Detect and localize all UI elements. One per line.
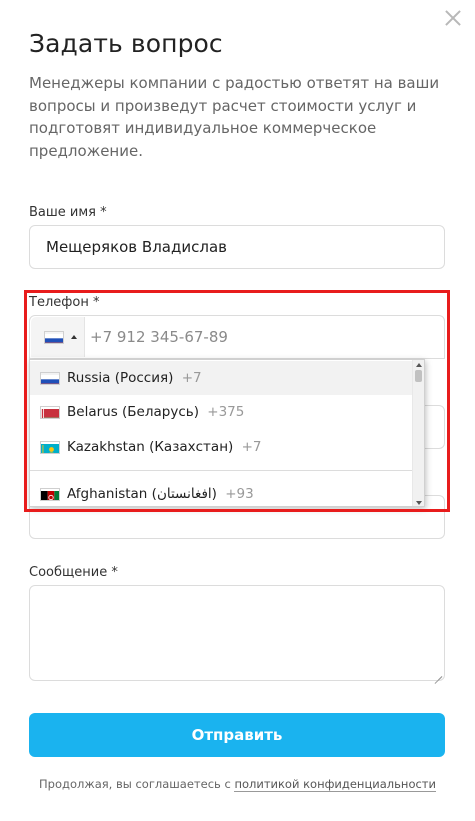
country-option-russia[interactable]: Russia (Россия) +7 [30,361,414,395]
flag-kz-icon [40,441,60,454]
phone-field[interactable]: +7 912 345-67-89 [29,315,445,359]
modal-description: Менеджеры компании с радостью ответят на… [29,74,440,160]
country-code: +7 [241,439,262,455]
flag-ru-icon [40,372,60,385]
flag-ru-icon [44,331,64,344]
scroll-down-arrow-icon[interactable] [416,501,422,505]
privacy-policy-link[interactable]: политикой конфиденциальности [234,777,436,792]
message-textarea[interactable] [29,585,445,681]
dropdown-scrollbar[interactable] [412,360,424,506]
phone-label: Телефон * [29,295,100,310]
caret-up-icon [71,335,77,339]
submit-button[interactable]: Отправить [29,713,445,757]
modal-title: Задать вопрос [29,29,223,58]
country-option-kazakhstan[interactable]: Kazakhstan (Казахстан) +7 [30,430,414,464]
consent-prefix: Продолжая, вы соглашаетесь с [39,777,235,791]
name-label: Ваше имя * [29,205,107,220]
country-name: Kazakhstan (Казахстан) [67,439,234,455]
country-option-afghanistan[interactable]: Afghanistan (‫افغانستان‬‎) +93 [30,477,414,506]
country-name: Russia (Россия) [67,370,174,386]
flag-af-icon [40,488,60,501]
flag-by-icon [40,406,60,419]
name-field[interactable]: Мещеряков Владислав [29,225,445,269]
country-code: +7 [181,370,202,386]
close-icon[interactable] [444,9,462,27]
country-name: Belarus (Беларусь) [67,404,199,420]
name-value: Мещеряков Владислав [46,238,227,256]
scroll-up-arrow-icon[interactable] [416,363,422,367]
message-label: Сообщение * [29,565,118,580]
country-code: +375 [207,404,245,420]
country-option-belarus[interactable]: Belarus (Беларусь) +375 [30,395,414,429]
country-dropdown[interactable]: Russia (Россия) +7 Belarus (Беларусь) +3… [29,359,425,507]
country-code: +93 [225,486,254,502]
scrollbar-thumb[interactable] [415,370,422,382]
consent-text: Продолжая, вы соглашаетесь с политикой к… [0,777,475,792]
resize-handle-icon[interactable] [434,670,442,678]
phone-placeholder: +7 912 345-67-89 [90,328,228,346]
country-name: Afghanistan (‫افغانستان‬‎) [67,486,217,502]
dropdown-divider [30,470,414,471]
country-selector[interactable] [31,317,85,357]
ask-question-modal: Задать вопрос Менеджеры компании с радос… [0,0,475,821]
